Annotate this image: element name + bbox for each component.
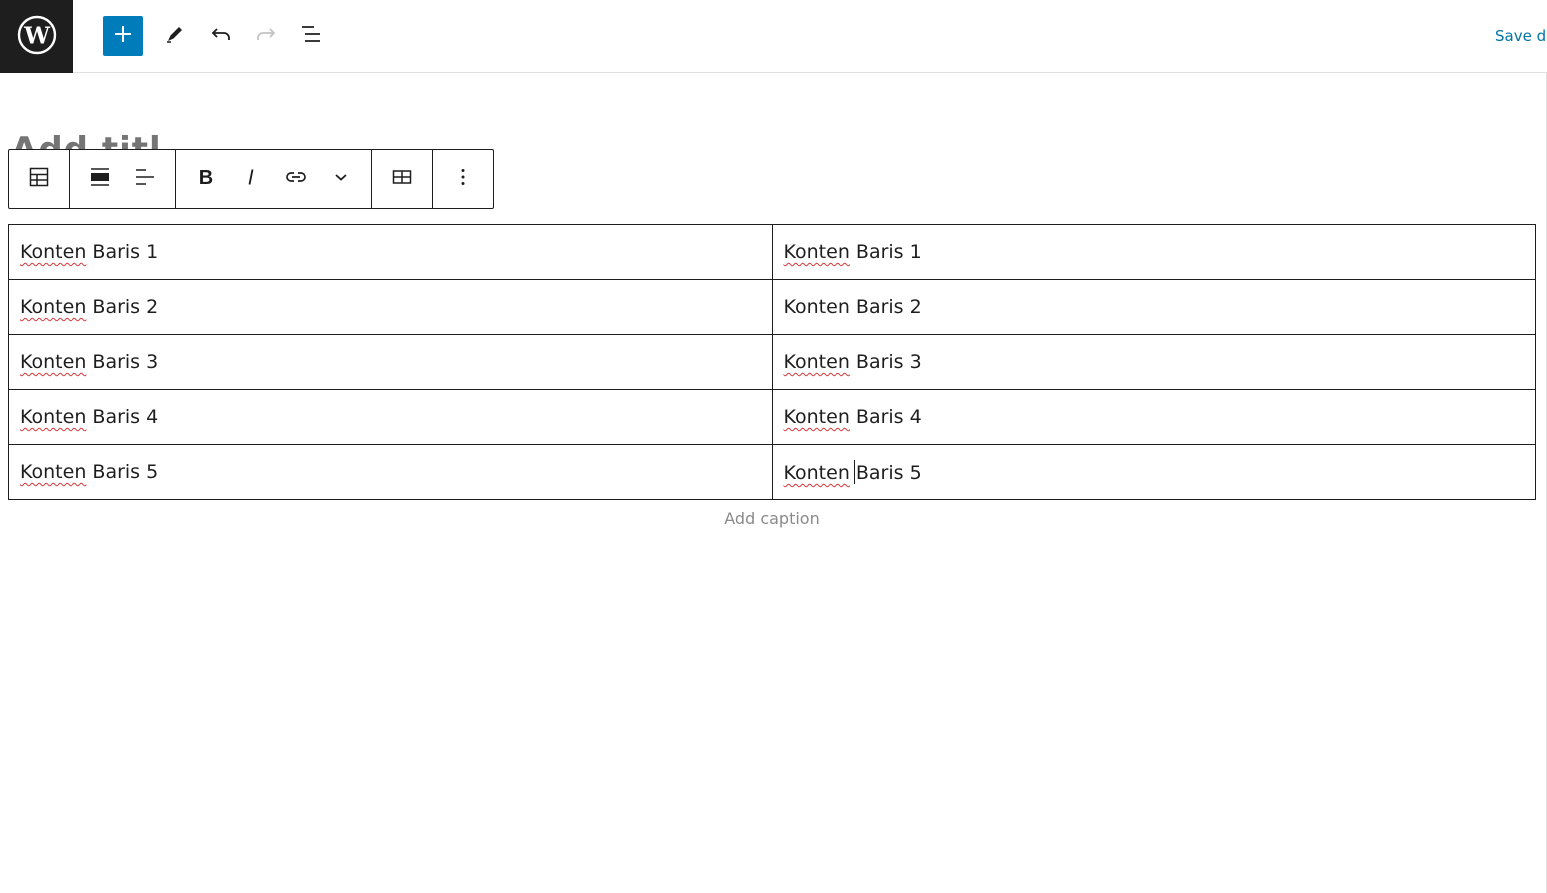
cell-text: Baris 4	[86, 406, 159, 428]
table-cell[interactable]: Konten Baris 2	[771, 279, 1536, 335]
svg-text:B: B	[198, 167, 212, 189]
italic-icon	[239, 165, 263, 193]
cell-text: Baris 4	[849, 406, 922, 428]
cell-word: Konten	[20, 296, 87, 318]
cell-word: Konten	[783, 296, 850, 318]
text-cursor	[853, 460, 855, 484]
table-row: Konten Baris 3 Konten Baris 3	[8, 334, 1536, 390]
cell-text: Baris 1	[86, 241, 159, 263]
toolbar-group-align	[70, 150, 176, 208]
table-cell[interactable]: Konten Baris 3	[771, 334, 1536, 390]
wordpress-logo-icon: W	[17, 15, 57, 59]
table-caption-placeholder[interactable]: Add caption	[8, 509, 1536, 528]
block-toolbar: B	[8, 149, 494, 209]
table-cell[interactable]: Konten Baris 5	[771, 444, 1536, 500]
cell-word: Konten	[20, 241, 87, 263]
toolbar-group-options	[433, 150, 493, 208]
chevron-down-icon	[329, 165, 353, 193]
align-full-width-icon	[88, 165, 112, 193]
redo-icon	[254, 22, 278, 50]
cell-word: Konten	[783, 351, 850, 373]
align-left-icon	[133, 165, 157, 193]
table-cell[interactable]: Konten Baris 2	[8, 279, 773, 335]
tools-button[interactable]	[157, 18, 193, 54]
pencil-icon	[163, 22, 187, 50]
text-align-button[interactable]	[123, 150, 168, 208]
table-cell[interactable]: Konten Baris 5	[8, 444, 773, 500]
cell-word: Konten	[20, 351, 87, 373]
table-row: Konten Baris 1 Konten Baris 1	[8, 224, 1536, 280]
options-button[interactable]	[441, 150, 486, 208]
cell-text: Baris 5	[86, 461, 159, 483]
table-cell[interactable]: Konten Baris 1	[8, 224, 773, 280]
block-type-button[interactable]	[17, 150, 62, 208]
table-cell[interactable]: Konten Baris 1	[771, 224, 1536, 280]
cell-word: Konten	[20, 406, 87, 428]
toolbar-group-block	[9, 150, 70, 208]
bold-button[interactable]: B	[183, 150, 228, 208]
cell-word: Konten	[783, 462, 850, 484]
post-title-placeholder[interactable]: Add titl	[11, 108, 171, 149]
svg-text:W: W	[23, 22, 51, 49]
list-view-icon	[299, 22, 323, 50]
post-title-text: Add titl	[11, 130, 162, 149]
link-icon	[284, 165, 308, 193]
add-block-button[interactable]	[103, 16, 143, 56]
table-icon	[27, 165, 51, 193]
table-row: Konten Baris 5 Konten Baris 5	[8, 444, 1536, 500]
more-options-icon	[451, 165, 475, 193]
table-cell[interactable]: Konten Baris 4	[8, 389, 773, 445]
italic-button[interactable]	[228, 150, 273, 208]
table-row: Konten Baris 2 Konten Baris 2	[8, 279, 1536, 335]
undo-icon	[209, 22, 233, 50]
link-button[interactable]	[273, 150, 318, 208]
table-row: Konten Baris 4 Konten Baris 4	[8, 389, 1536, 445]
cell-word: Konten	[20, 461, 87, 483]
toolbar-group-table	[372, 150, 433, 208]
toolbar-group-format: B	[176, 150, 372, 208]
cell-text: Baris 2	[86, 296, 159, 318]
redo-button[interactable]	[248, 18, 284, 54]
align-button[interactable]	[78, 150, 123, 208]
cell-word: Konten	[783, 241, 850, 263]
cell-text: Baris 2	[849, 296, 922, 318]
cell-text: Baris 3	[849, 351, 922, 373]
edit-table-button[interactable]	[380, 150, 425, 208]
edit-table-icon	[390, 165, 414, 193]
undo-button[interactable]	[203, 18, 239, 54]
list-view-button[interactable]	[293, 18, 329, 54]
cell-text: Baris 3	[86, 351, 159, 373]
table-cell[interactable]: Konten Baris 4	[771, 389, 1536, 445]
table-block: Konten Baris 1 Konten Baris 1 Konten Bar…	[8, 224, 1536, 500]
wordpress-logo-button[interactable]: W	[0, 0, 73, 73]
plus-icon	[113, 24, 133, 48]
editor-header: W Save dr	[0, 0, 1547, 73]
bold-icon: B	[194, 165, 218, 193]
more-formatting-button[interactable]	[318, 150, 363, 208]
cell-word: Konten	[783, 406, 850, 428]
cell-text: Baris 5	[855, 462, 922, 484]
table-cell[interactable]: Konten Baris 3	[8, 334, 773, 390]
cell-text: Baris 1	[849, 241, 922, 263]
save-draft-button[interactable]: Save dr	[1495, 27, 1547, 45]
